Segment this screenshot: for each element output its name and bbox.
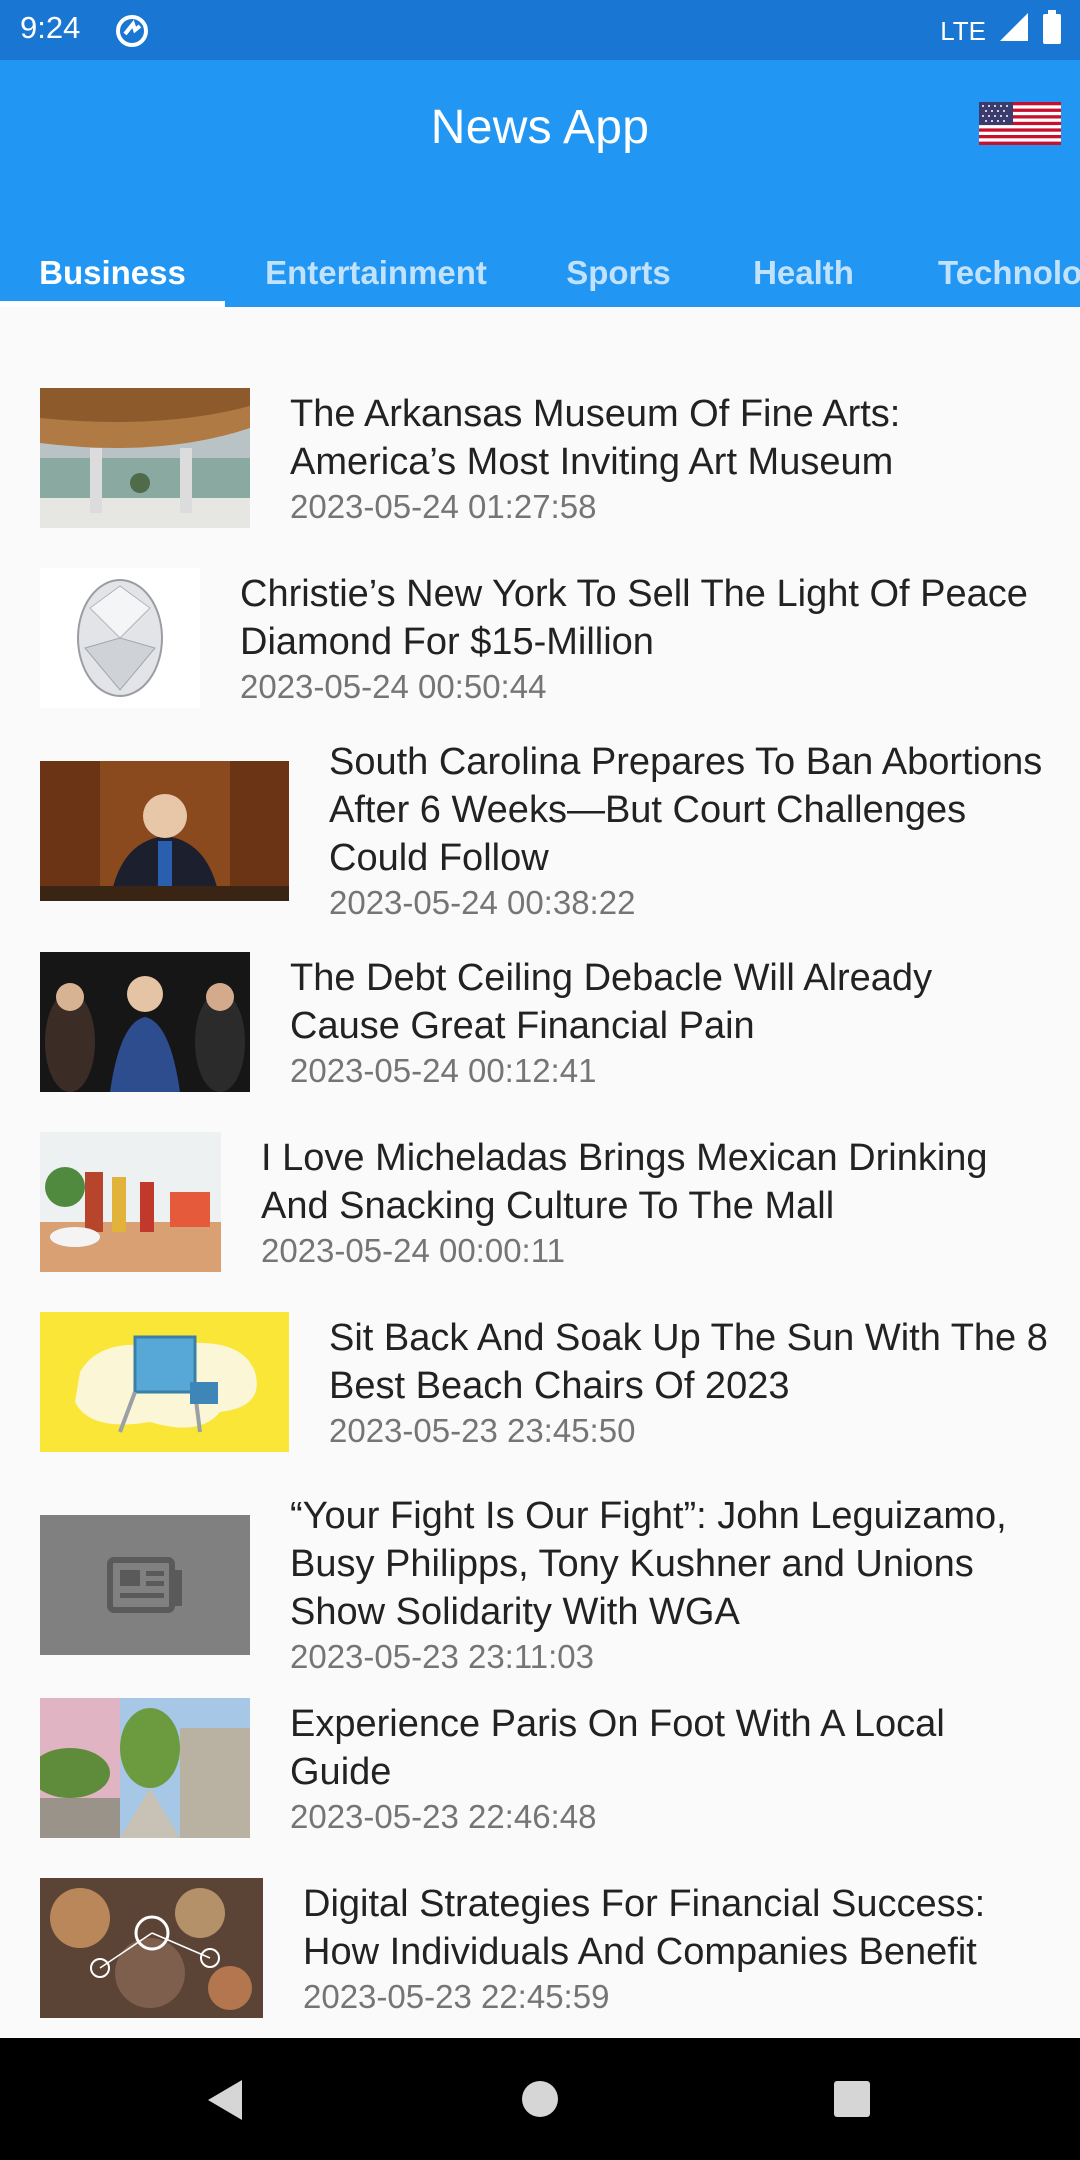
system-nav-bar <box>0 2038 1080 2160</box>
list-item[interactable]: “Your Fight Is Our Fight”: John Leguizam… <box>40 1492 1050 1677</box>
home-icon[interactable] <box>521 2080 559 2123</box>
article-thumbnail <box>40 388 250 528</box>
tab-sports[interactable]: Sports <box>527 238 710 307</box>
article-thumbnail <box>40 1878 263 2018</box>
list-item[interactable]: Sit Back And Soak Up The Sun With The 8 … <box>40 1312 1050 1452</box>
status-indicators: LTE <box>940 10 1062 52</box>
article-date: 2023-05-24 01:27:58 <box>290 487 597 525</box>
back-icon[interactable] <box>204 2078 244 2127</box>
sync-icon <box>113 12 151 58</box>
tab-entertainment[interactable]: Entertainment <box>225 238 527 307</box>
app-title: News App <box>430 101 650 154</box>
tab-technology[interactable]: Technology <box>897 238 1080 307</box>
app-bar: News App Business Entertainment Sports H… <box>0 60 1080 307</box>
article-thumbnail <box>40 568 200 708</box>
tab-health[interactable]: Health <box>710 238 897 307</box>
article-date: 2023-05-23 23:11:03 <box>290 1638 594 1675</box>
article-title: Christie’s New York To Sell The Light Of… <box>240 572 1028 663</box>
article-date: 2023-05-24 00:38:22 <box>329 884 636 921</box>
article-thumbnail <box>40 1312 289 1452</box>
list-item[interactable]: Digital Strategies For Financial Success… <box>40 1878 1050 2018</box>
article-date: 2023-05-24 00:00:11 <box>261 1231 565 1269</box>
article-date: 2023-05-23 22:45:59 <box>303 1977 610 2015</box>
article-title: Digital Strategies For Financial Success… <box>303 1882 986 1973</box>
list-item[interactable]: Christie’s New York To Sell The Light Of… <box>40 568 1050 708</box>
article-date: 2023-05-24 00:12:41 <box>290 1051 597 1089</box>
article-thumbnail <box>40 1514 250 1655</box>
article-thumbnail <box>40 760 289 901</box>
newspaper-icon <box>40 1514 250 1655</box>
article-date: 2023-05-24 00:50:44 <box>240 667 547 705</box>
tab-business[interactable]: Business <box>0 238 225 307</box>
recents-icon[interactable] <box>833 2080 871 2123</box>
article-thumbnail <box>40 952 250 1092</box>
list-item[interactable]: I Love Micheladas Brings Mexican Drinkin… <box>40 1132 1050 1272</box>
status-bar: 9:24 LTE <box>0 0 1080 60</box>
article-date: 2023-05-23 23:45:50 <box>329 1411 636 1449</box>
article-title: The Arkansas Museum Of Fine Arts: Americ… <box>290 392 901 483</box>
article-title: Sit Back And Soak Up The Sun With The 8 … <box>329 1316 1048 1407</box>
article-date: 2023-05-23 22:46:48 <box>290 1797 597 1835</box>
list-item[interactable]: Experience Paris On Foot With A Local Gu… <box>40 1698 1050 1838</box>
list-item[interactable]: The Arkansas Museum Of Fine Arts: Americ… <box>40 388 1050 528</box>
list-item[interactable]: The Debt Ceiling Debacle Will Already Ca… <box>40 952 1050 1092</box>
battery-icon <box>1042 10 1062 52</box>
article-thumbnail <box>40 1132 221 1272</box>
list-item[interactable]: South Carolina Prepares To Ban Abortions… <box>40 738 1050 923</box>
status-time: 9:24 <box>20 10 81 45</box>
signal-icon <box>998 11 1030 51</box>
article-title: “Your Fight Is Our Fight”: John Leguizam… <box>290 1495 1007 1633</box>
us-flag-icon[interactable] <box>979 102 1061 145</box>
article-thumbnail <box>40 1698 250 1838</box>
article-title: I Love Micheladas Brings Mexican Drinkin… <box>261 1136 988 1227</box>
article-title: The Debt Ceiling Debacle Will Already Ca… <box>290 956 933 1047</box>
network-type: LTE <box>940 15 986 46</box>
article-title: South Carolina Prepares To Ban Abortions… <box>329 741 1043 879</box>
article-title: Experience Paris On Foot With A Local Gu… <box>290 1702 945 1793</box>
category-tabs: Business Entertainment Sports Health Tec… <box>0 238 1080 307</box>
